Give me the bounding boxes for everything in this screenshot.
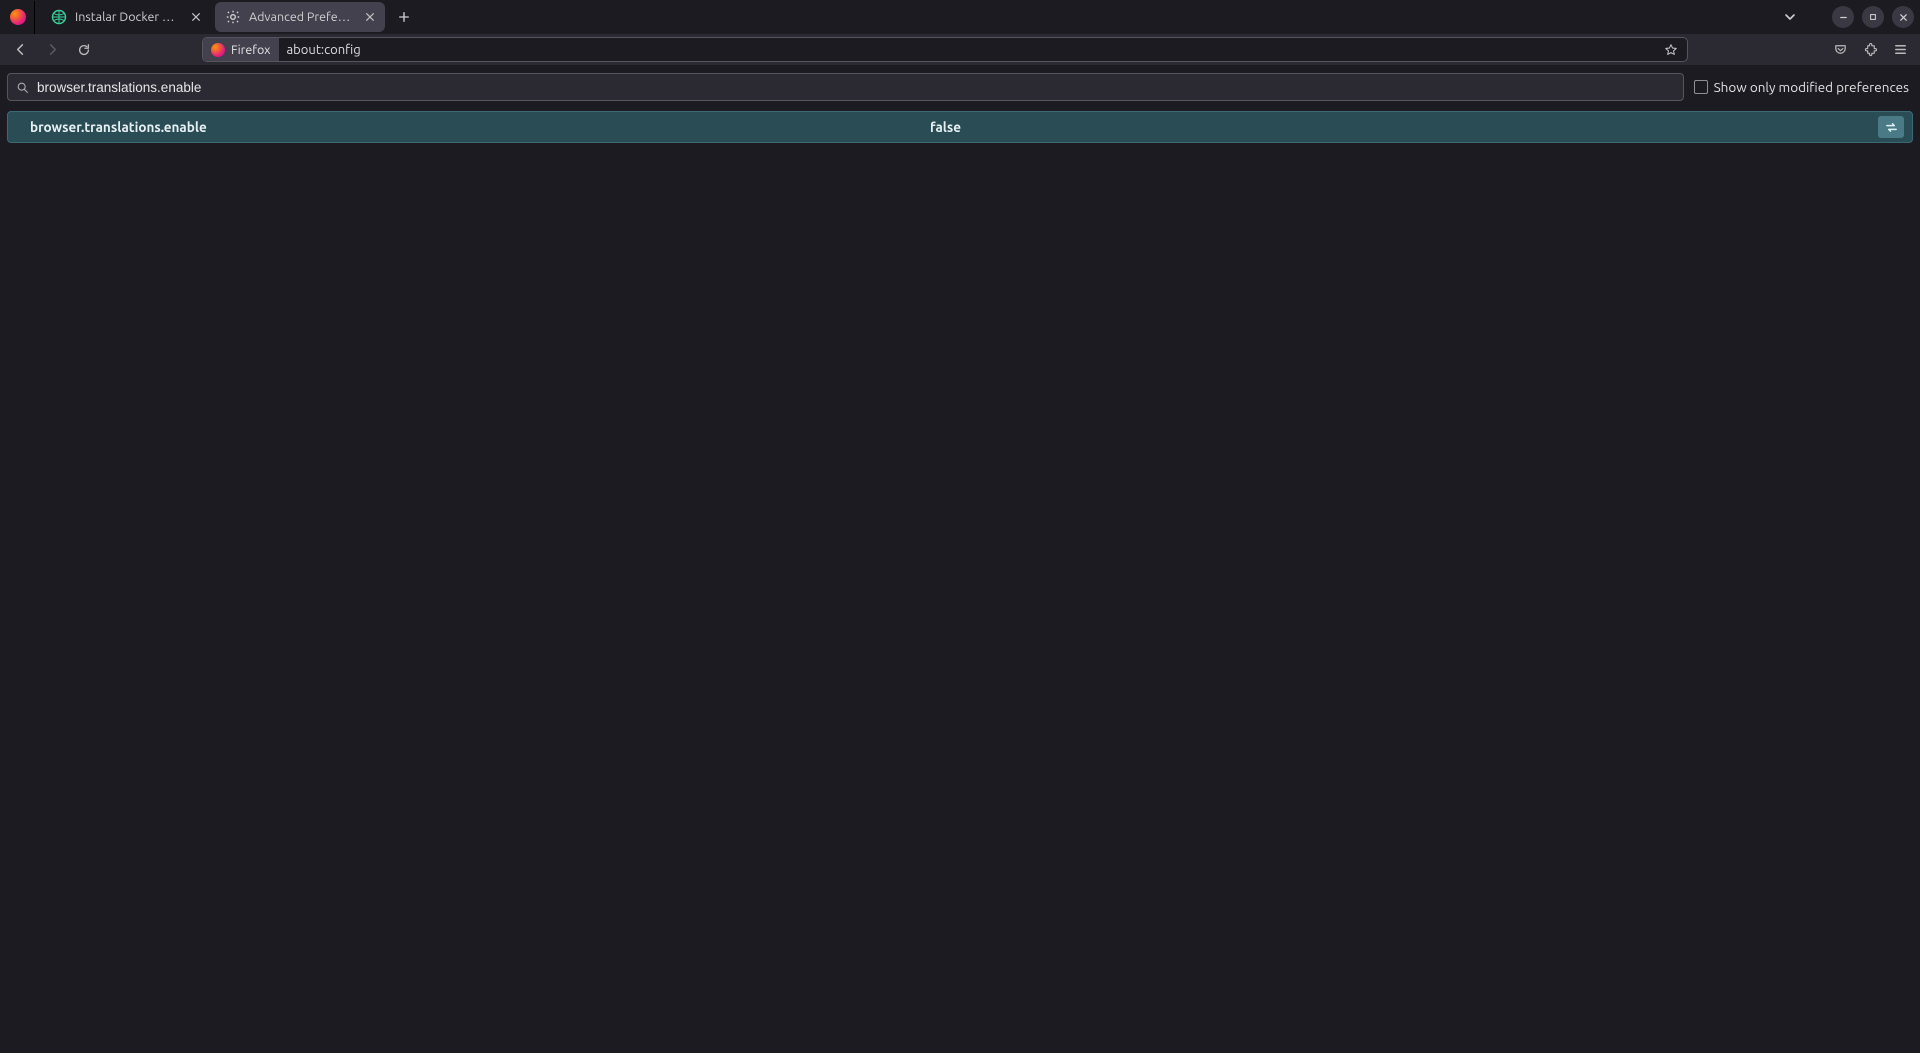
arrow-right-icon — [45, 42, 60, 57]
chevron-down-icon — [1783, 10, 1797, 24]
tab-label: Advanced Preferences — [249, 10, 353, 24]
firefox-logo-icon — [10, 9, 26, 25]
pref-search-box[interactable] — [7, 73, 1684, 101]
show-only-modified-label: Show only modified preferences — [1714, 79, 1909, 95]
titlebar-right — [1776, 0, 1914, 34]
identity-label: Firefox — [231, 43, 271, 57]
arrow-left-icon — [13, 42, 28, 57]
close-tab-button[interactable] — [187, 8, 205, 26]
titlebar: Instalar Docker en Ubunt Advanced Prefer… — [0, 0, 1920, 34]
urlbar[interactable]: Firefox about:config — [202, 37, 1688, 62]
maximize-icon — [1869, 13, 1877, 21]
window-minimize-button[interactable] — [1832, 6, 1854, 28]
firefox-launcher-icon[interactable] — [2, 1, 35, 34]
firefox-logo-icon — [211, 43, 225, 57]
puzzle-icon — [1863, 42, 1878, 57]
window-close-button[interactable] — [1892, 6, 1914, 28]
tab-docker-ubuntu[interactable]: Instalar Docker en Ubunt — [41, 2, 211, 32]
plus-icon — [398, 11, 410, 23]
nav-back-button[interactable] — [6, 36, 34, 64]
save-to-pocket-button[interactable] — [1826, 36, 1854, 64]
minimize-icon — [1839, 13, 1848, 22]
close-icon — [1899, 13, 1908, 22]
checkbox-icon — [1694, 80, 1708, 94]
search-icon — [16, 81, 29, 94]
close-icon — [365, 12, 375, 22]
show-only-modified-toggle[interactable]: Show only modified preferences — [1694, 79, 1913, 95]
window-maximize-button[interactable] — [1862, 6, 1884, 28]
list-all-tabs-button[interactable] — [1776, 3, 1804, 31]
navbar-right — [1826, 36, 1914, 64]
tabstrip: Instalar Docker en Ubunt Advanced Prefer… — [41, 2, 419, 32]
about-config-content: Show only modified preferences browser.t… — [0, 65, 1920, 143]
new-tab-button[interactable] — [389, 2, 419, 32]
pref-search-input[interactable] — [37, 80, 1675, 95]
pocket-icon — [1833, 42, 1848, 57]
pref-action — [1852, 116, 1912, 138]
url-text: about:config — [279, 43, 1660, 57]
nav-forward-button[interactable] — [38, 36, 66, 64]
app-menu-button[interactable] — [1886, 36, 1914, 64]
nav-reload-button[interactable] — [70, 36, 98, 64]
globe-favicon-icon — [51, 9, 67, 25]
reload-icon — [77, 43, 91, 57]
extensions-button[interactable] — [1856, 36, 1884, 64]
window-controls — [1832, 6, 1914, 28]
gear-favicon-icon — [225, 9, 241, 25]
pref-value: false — [930, 119, 1852, 135]
tab-label: Instalar Docker en Ubunt — [75, 10, 179, 24]
close-tab-button[interactable] — [361, 8, 379, 26]
search-row: Show only modified preferences — [7, 73, 1913, 101]
star-icon — [1664, 43, 1678, 57]
identity-box[interactable]: Firefox — [203, 38, 279, 61]
tab-advanced-preferences[interactable]: Advanced Preferences — [215, 2, 385, 32]
close-icon — [191, 12, 201, 22]
pref-toggle-button[interactable] — [1878, 116, 1904, 138]
hamburger-icon — [1893, 42, 1908, 57]
navbar: Firefox about:config — [0, 34, 1920, 65]
toggle-swap-icon — [1884, 120, 1899, 135]
pref-row[interactable]: browser.translations.enable false — [7, 111, 1913, 143]
bookmark-star-button[interactable] — [1659, 38, 1683, 62]
pref-name: browser.translations.enable — [8, 119, 930, 135]
pref-table: browser.translations.enable false — [7, 111, 1913, 143]
